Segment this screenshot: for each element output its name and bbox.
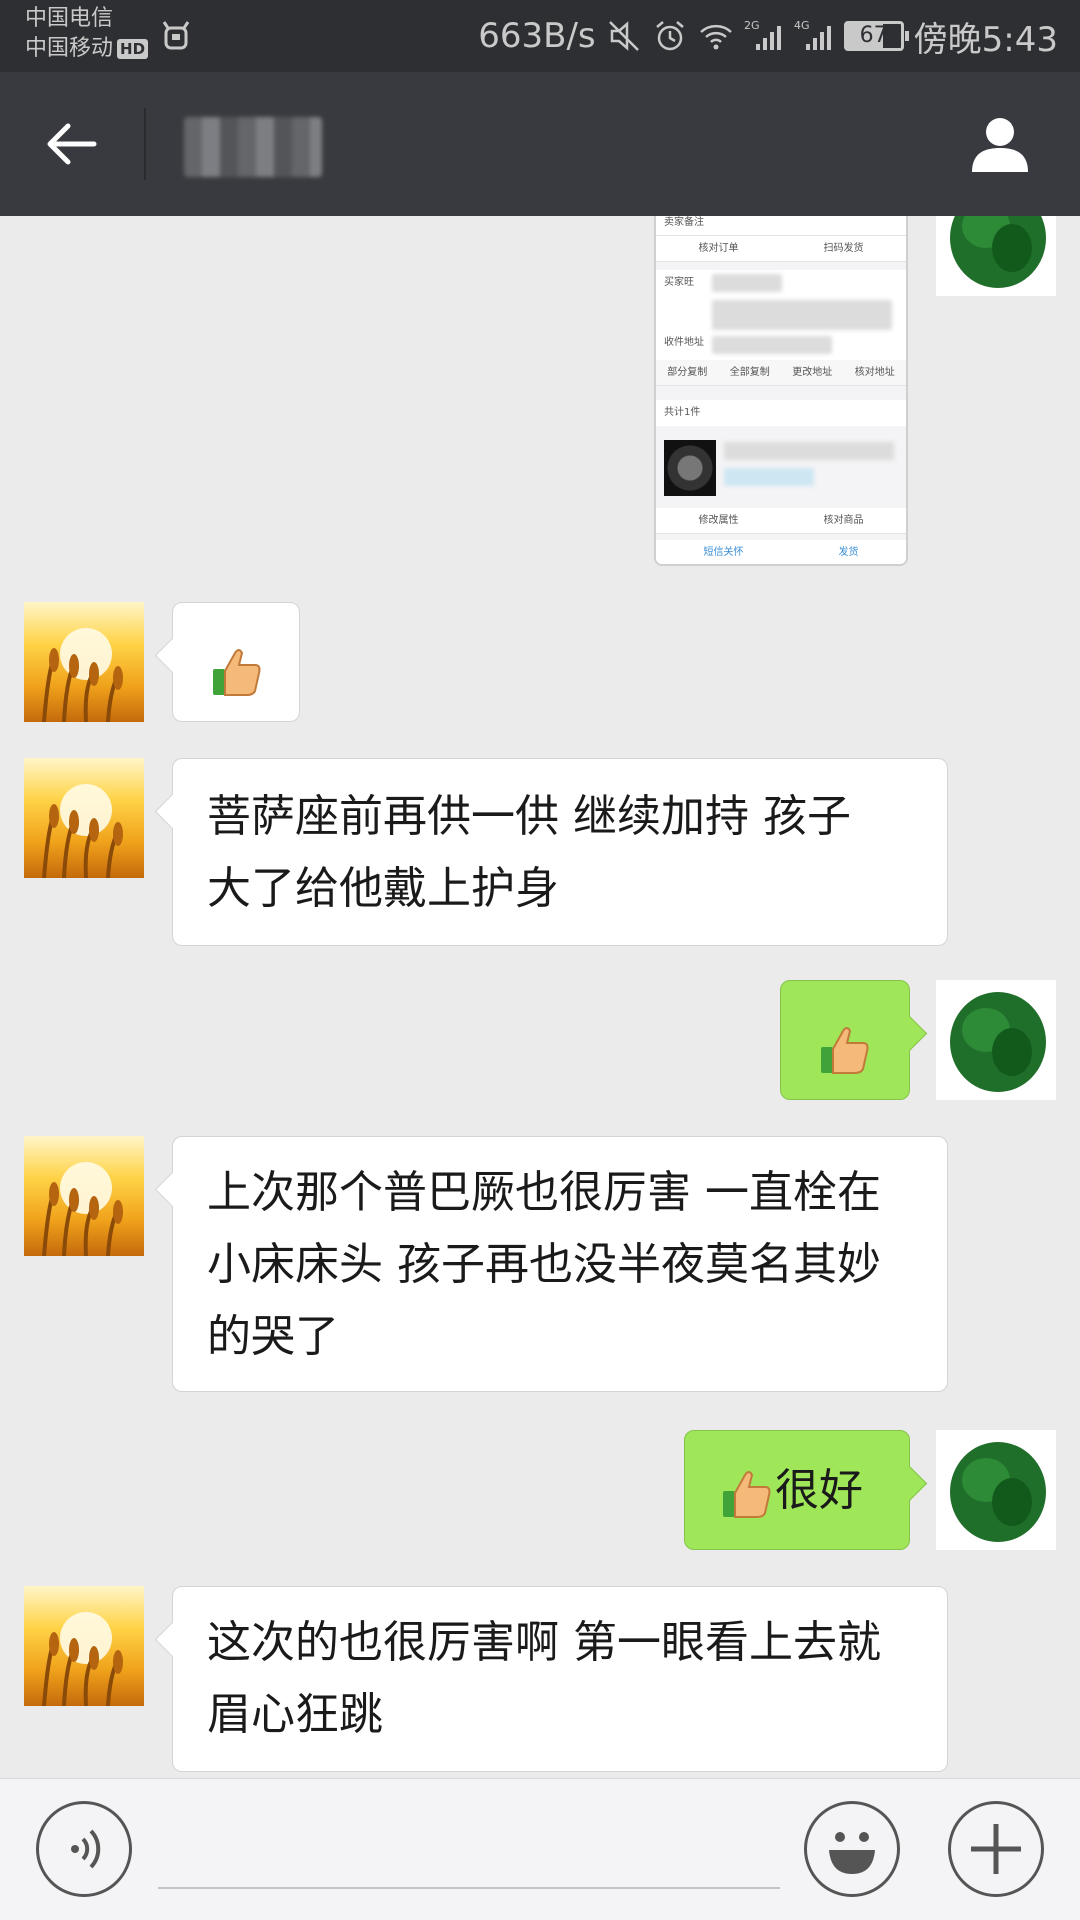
carrier-info: 中国电信 中国移动 HD xyxy=(25,4,149,64)
image-row-text: 修改属性 xyxy=(698,515,739,526)
message-bubble-incoming[interactable]: 菩萨座前再供一供 继续加持 孩子 大了给他戴上护身 xyxy=(172,758,948,946)
image-row: 共计1件 xyxy=(656,400,906,426)
my-avatar[interactable] xyxy=(936,1430,1056,1550)
contact-avatar[interactable] xyxy=(24,602,144,722)
message-line: 的哭了 xyxy=(207,1311,339,1362)
image-row-text: 部分复制 xyxy=(667,367,708,378)
image-row-text: 更改地址 xyxy=(792,367,833,378)
message-content: 这次的也很厉害啊 第一眼看上去就 眉心狂跳 xyxy=(173,1587,947,1771)
wheat-avatar-icon xyxy=(42,1612,123,1706)
image-row: 买家旺 收件地址 xyxy=(656,270,906,360)
image-row-text: 扫码发货 xyxy=(823,243,864,254)
blurred-text xyxy=(712,300,892,330)
contact-avatar[interactable] xyxy=(24,758,144,878)
thumbs-up-icon xyxy=(213,649,261,696)
image-row-text: 全部复制 xyxy=(729,367,770,378)
signal-2-label: 4G xyxy=(794,19,810,32)
image-row: 修改属性 核对商品 xyxy=(656,508,906,534)
image-row: 卖家备注 xyxy=(656,216,906,236)
message-line: 眉心狂跳 xyxy=(207,1689,383,1740)
voice-icon xyxy=(71,1829,101,1869)
carrier-2-label: 中国移动 xyxy=(25,36,114,61)
message-bubble-incoming[interactable]: 上次那个普巴厥也很厉害 一直栓在 小床床头 孩子再也没半夜莫名其妙 的哭了 xyxy=(172,1136,948,1392)
signal-1-label: 2G xyxy=(744,19,760,32)
signal-4g-icon: 4G xyxy=(794,19,831,50)
voice-button[interactable] xyxy=(36,1801,132,1897)
thumbs-up-icon xyxy=(723,1471,771,1518)
status-right-group: 663B/s 2G 4G 67 傍晚5:43 xyxy=(478,14,1058,60)
person-icon[interactable] xyxy=(968,112,1032,176)
mute-icon xyxy=(608,21,639,51)
image-row-text: 买家旺 xyxy=(664,277,694,288)
battery-icon: 67 xyxy=(843,21,909,51)
header-divider xyxy=(144,108,146,180)
chat-messages[interactable]: 卖家备注 核对订单 扫码发货 买家旺 收件地址 部分复制 全部复制 更改地址 核… xyxy=(0,216,1080,1778)
image-row-text: 核对商品 xyxy=(823,515,864,526)
signal-2g-icon: 2G xyxy=(744,19,781,50)
battery-level: 67 xyxy=(859,23,888,48)
message-content xyxy=(781,981,909,1113)
image-row: 部分复制 全部复制 更改地址 核对地址 xyxy=(656,360,906,386)
message-line: 这次的也很厉害啊 第一眼看上去就 xyxy=(207,1617,881,1668)
alarm-icon xyxy=(655,21,684,51)
message-bubble-outgoing[interactable]: 很好 xyxy=(684,1430,910,1550)
back-button[interactable] xyxy=(40,112,104,176)
image-row-text: 卖家备注 xyxy=(664,217,704,228)
message-input[interactable] xyxy=(158,1809,780,1889)
status-bar: 中国电信 中国移动 HD 663B/s 2G 4G 67 傍晚5:43 xyxy=(0,0,1080,72)
network-speed: 663B/s xyxy=(478,16,596,56)
tree-avatar-icon xyxy=(950,992,1046,1092)
image-row-text: 收件地址 xyxy=(664,337,704,348)
chat-header xyxy=(0,72,1080,216)
wheat-avatar-icon xyxy=(42,784,123,878)
hd-badge: HD xyxy=(117,39,149,59)
my-avatar[interactable] xyxy=(936,216,1056,296)
blurred-text xyxy=(712,336,832,354)
image-row-text: 发货 xyxy=(838,547,859,558)
contact-name-blurred xyxy=(184,117,322,177)
contact-avatar[interactable] xyxy=(24,1586,144,1706)
clock: 傍晚5:43 xyxy=(913,19,1058,60)
message-content xyxy=(173,603,299,735)
wheat-avatar-icon xyxy=(42,628,123,722)
wifi-icon xyxy=(699,24,732,50)
image-row-text: 短信关怀 xyxy=(703,547,744,558)
input-bar xyxy=(0,1778,1080,1920)
image-message-order-screenshot[interactable]: 卖家备注 核对订单 扫码发货 买家旺 收件地址 部分复制 全部复制 更改地址 核… xyxy=(654,216,908,566)
blurred-text xyxy=(724,442,894,460)
blurred-text xyxy=(712,274,782,292)
message-content: 很好 xyxy=(685,1431,909,1551)
message-bubble-incoming[interactable] xyxy=(172,602,300,722)
more-button[interactable] xyxy=(948,1801,1044,1897)
my-avatar[interactable] xyxy=(936,980,1056,1100)
image-row-text: 核对地址 xyxy=(854,367,895,378)
message-bubble-incoming[interactable]: 这次的也很厉害啊 第一眼看上去就 眉心狂跳 xyxy=(172,1586,948,1772)
message-line: 上次那个普巴厥也很厉害 一直栓在 xyxy=(207,1167,881,1218)
thumbs-up-icon xyxy=(821,1027,869,1074)
plus-icon xyxy=(971,1824,1021,1874)
emoji-button[interactable] xyxy=(804,1801,900,1897)
tree-avatar-icon xyxy=(950,216,1046,288)
message-line: 很好 xyxy=(775,1465,863,1516)
message-content: 菩萨座前再供一供 继续加持 孩子 大了给他戴上护身 xyxy=(173,759,947,947)
message-line: 大了给他戴上护身 xyxy=(207,863,559,914)
image-row: 短信关怀 发货 xyxy=(656,540,906,564)
blurred-text xyxy=(724,468,814,486)
image-row-text: 共计1件 xyxy=(664,407,701,418)
smiley-icon xyxy=(829,1832,875,1874)
image-row: 核对订单 扫码发货 xyxy=(656,236,906,262)
carrier-1-label: 中国电信 xyxy=(25,6,114,31)
robot-notification-icon xyxy=(162,21,190,50)
wheat-avatar-icon xyxy=(42,1162,123,1256)
message-bubble-outgoing[interactable] xyxy=(780,980,910,1100)
message-content: 上次那个普巴厥也很厉害 一直栓在 小床床头 孩子再也没半夜莫名其妙 的哭了 xyxy=(173,1137,947,1393)
product-thumbnail xyxy=(664,440,716,496)
contact-avatar[interactable] xyxy=(24,1136,144,1256)
message-line: 菩萨座前再供一供 继续加持 孩子 xyxy=(207,791,851,842)
message-line: 小床床头 孩子再也没半夜莫名其妙 xyxy=(207,1239,881,1290)
image-row-text: 核对订单 xyxy=(698,243,739,254)
tree-avatar-icon xyxy=(950,1442,1046,1542)
